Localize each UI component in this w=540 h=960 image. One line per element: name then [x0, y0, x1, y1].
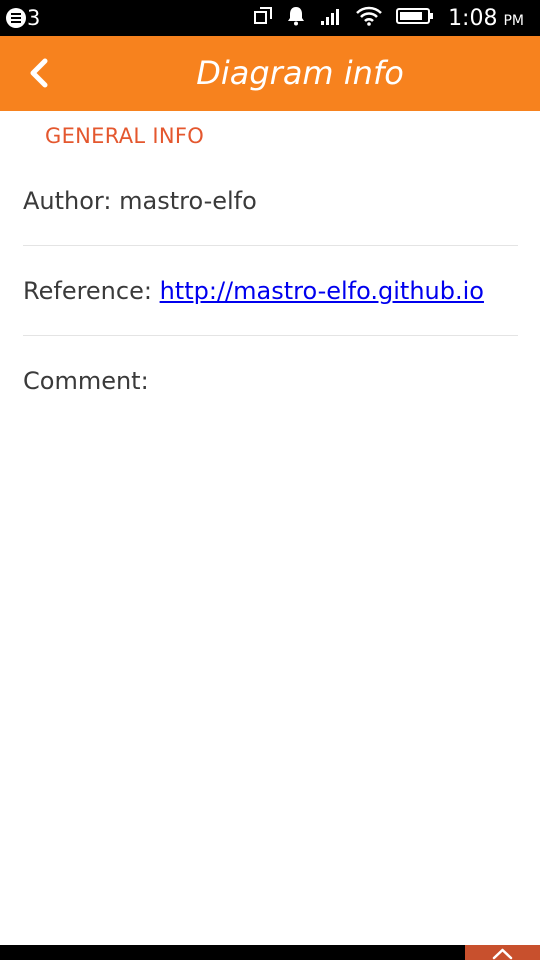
clock-ampm: PM: [503, 12, 524, 29]
author-value: mastro-elfo: [119, 187, 257, 215]
copy-icon: [254, 7, 273, 29]
notification-count: 3: [27, 6, 41, 30]
wifi-icon: [356, 6, 382, 30]
author-row: Author: mastro-elfo: [23, 156, 518, 246]
status-clock: 1:08 PM: [448, 6, 524, 31]
reference-link[interactable]: http://mastro-elfo.github.io: [160, 277, 484, 305]
status-bar: 3 1:08 PM: [0, 0, 540, 36]
notification-icon: [6, 8, 26, 28]
bottom-bar: [0, 945, 540, 960]
comment-text: Comment:: [23, 336, 149, 426]
section-header-general-info: GENERAL INFO: [45, 124, 205, 148]
author-text: Author: mastro-elfo: [23, 156, 257, 246]
alarm-bell-icon: [286, 6, 306, 30]
back-button[interactable]: [18, 52, 62, 96]
comment-label: Comment:: [23, 367, 149, 395]
chevron-up-icon: [492, 948, 513, 960]
battery-icon: [396, 7, 434, 29]
diagram-info-screen: 3 1:08 PM Diagram info GENERAL INFO Auth…: [0, 0, 540, 960]
reference-label: Reference:: [23, 277, 152, 305]
cell-signal-icon: [320, 7, 342, 29]
clock-time: 1:08: [448, 5, 498, 31]
chevron-left-icon: [30, 58, 48, 88]
author-label: Author:: [23, 187, 112, 215]
status-icons: 1:08 PM: [254, 0, 524, 36]
notification-indicator[interactable]: 3: [6, 5, 40, 31]
comment-row: Comment:: [23, 336, 518, 426]
reference-text: Reference: http://mastro-elfo.github.io: [23, 246, 484, 336]
page-title: Diagram info: [196, 54, 404, 92]
expand-button[interactable]: [465, 945, 540, 960]
app-header: Diagram info: [0, 36, 540, 111]
reference-row: Reference: http://mastro-elfo.github.io: [23, 246, 518, 336]
